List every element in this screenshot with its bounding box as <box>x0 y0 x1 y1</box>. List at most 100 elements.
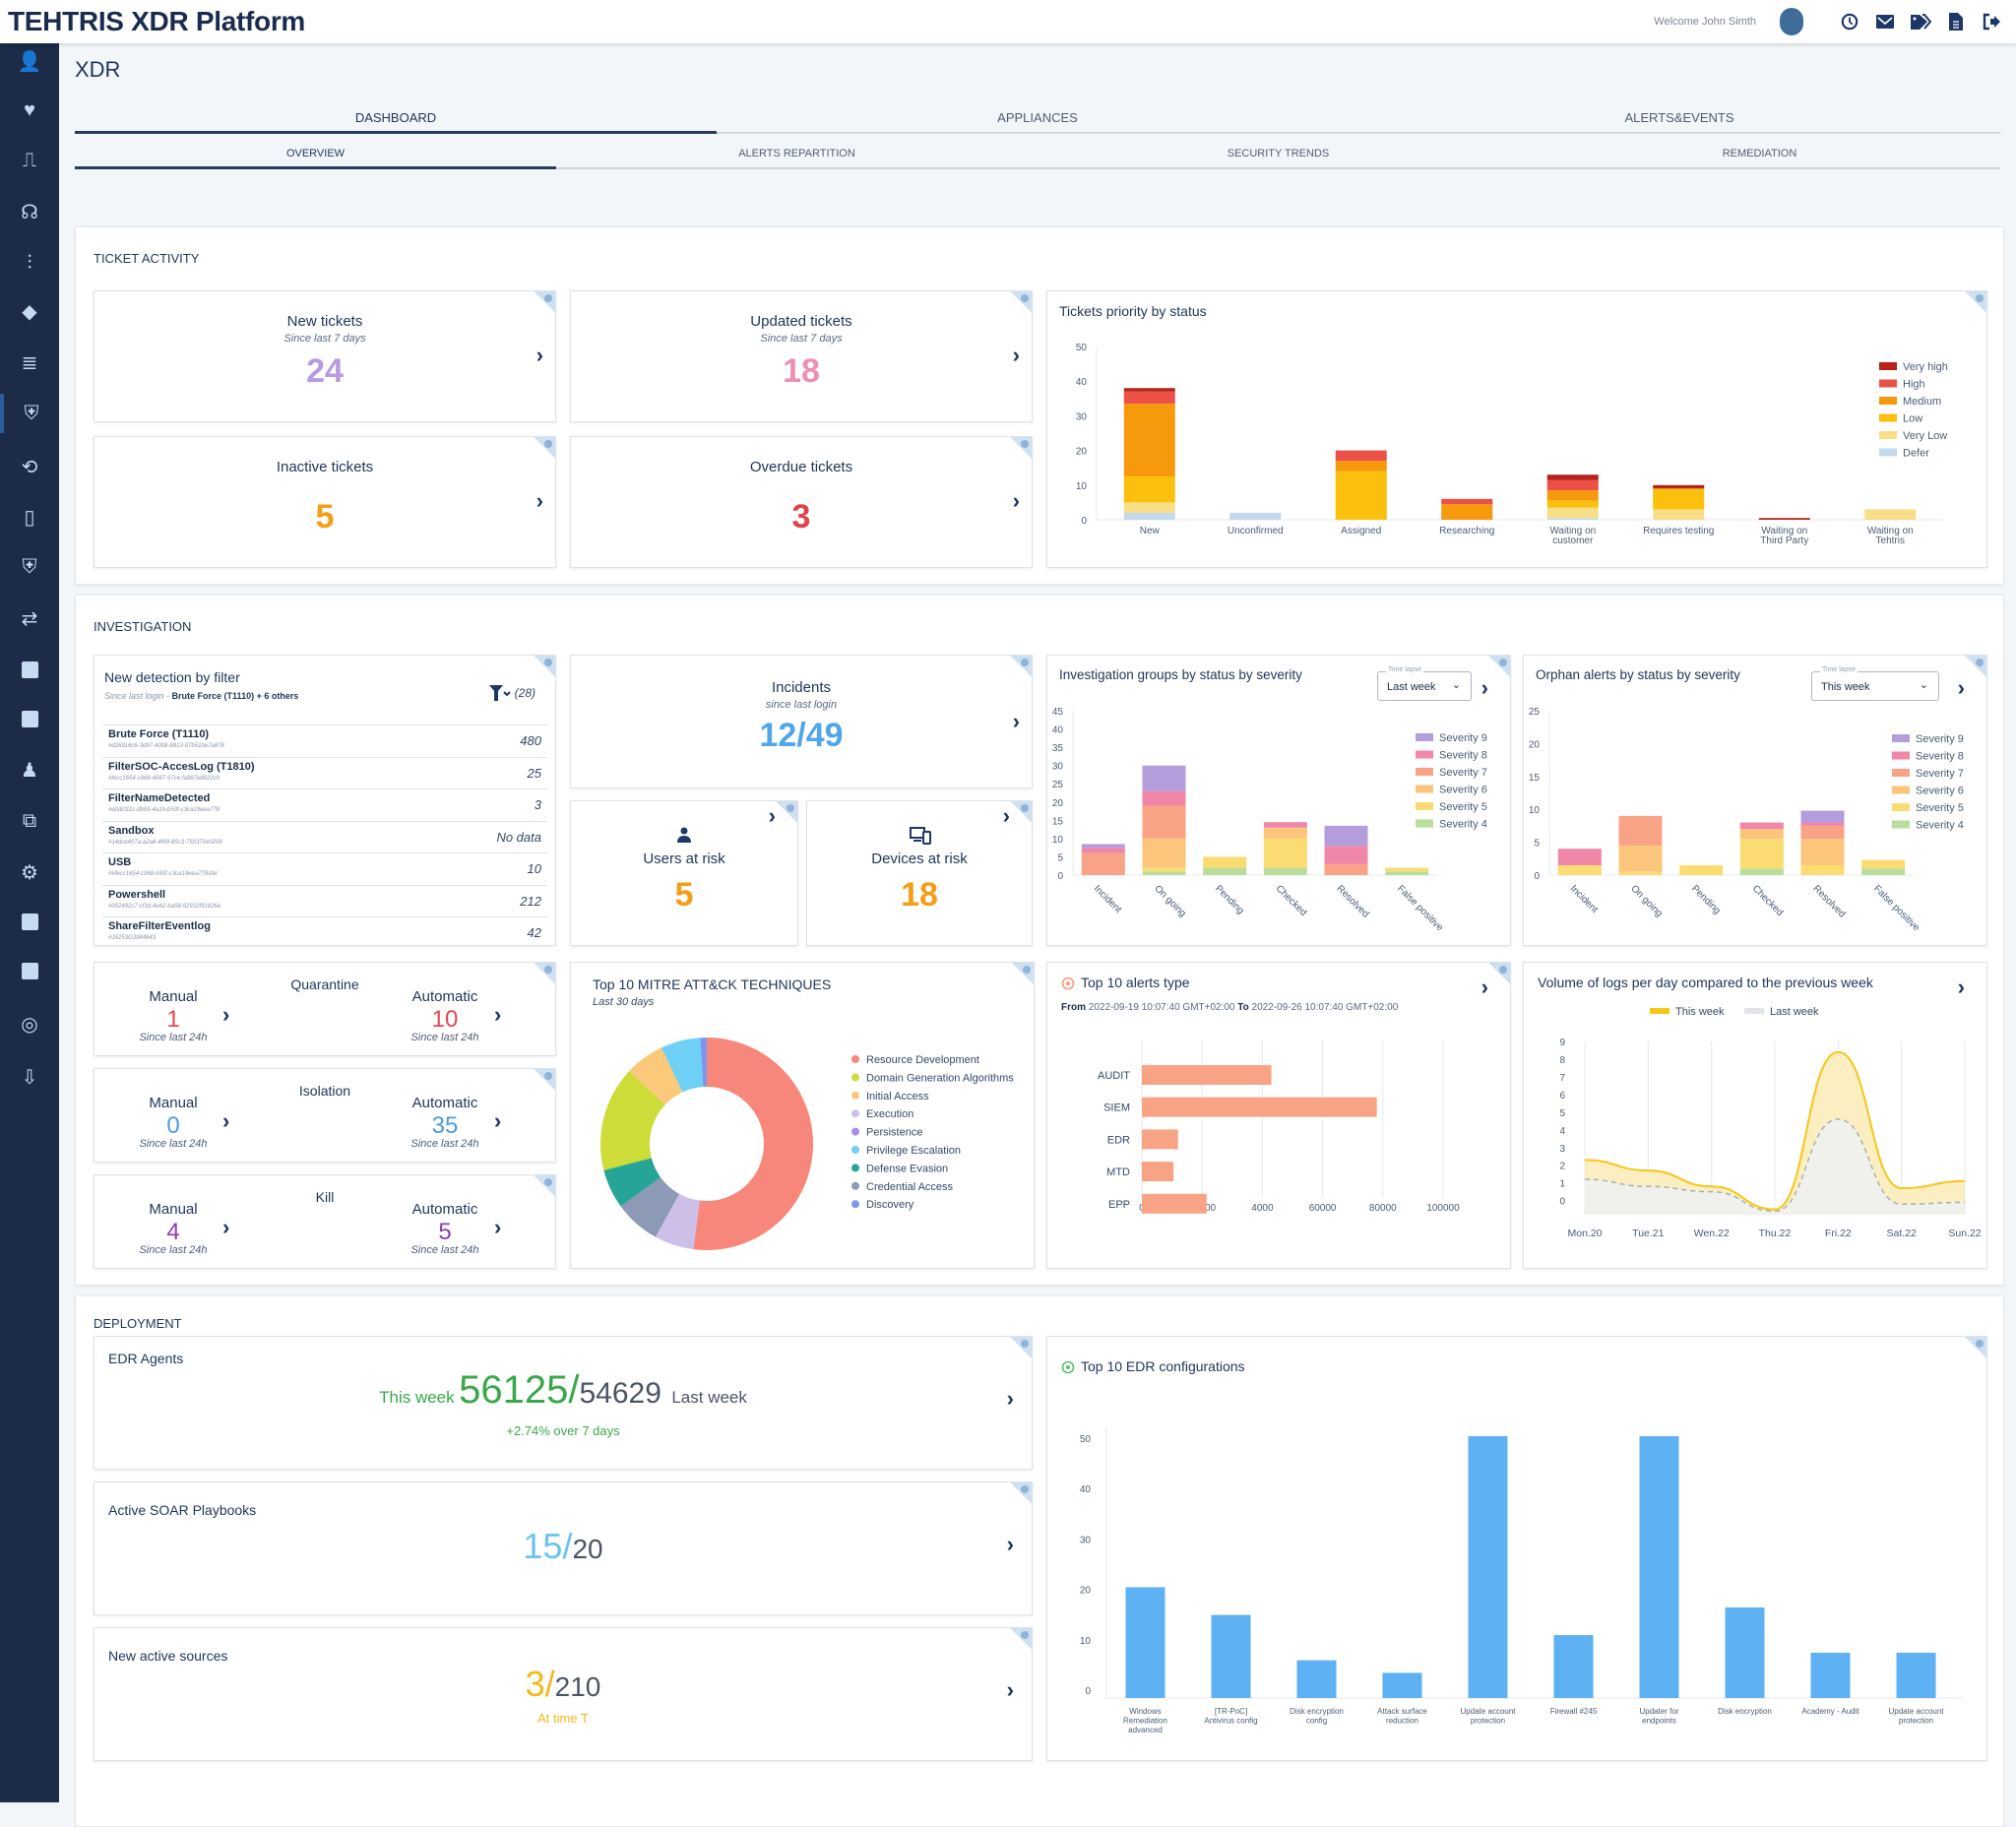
info-icon[interactable] <box>1010 801 1032 823</box>
sidebar-item-network[interactable]: ⧉ <box>0 801 59 841</box>
info-icon[interactable] <box>1010 1337 1032 1358</box>
sidebar-item-file-download[interactable]: ⇩ <box>0 1057 59 1097</box>
list-item[interactable]: USB ##fecc1654-c968-b50f-c3ca19eea778sfer… <box>102 852 547 884</box>
sidebar-item-network-transfer[interactable]: ⇄ <box>0 598 59 638</box>
sidebar-item-robot[interactable]: ⚙ <box>0 852 59 892</box>
legend-swatch <box>1892 734 1910 742</box>
sidebar-item-square[interactable] <box>0 699 59 738</box>
sidebar-item-headset[interactable]: ☊ <box>0 192 59 231</box>
mail-icon[interactable] <box>1874 11 1896 32</box>
logout-icon[interactable] <box>1981 11 2002 32</box>
info-icon[interactable] <box>1965 1337 1986 1358</box>
bar-segment <box>1546 490 1599 501</box>
incidents-card[interactable]: Incidents since last login 12/49 › <box>570 655 1033 788</box>
sidebar-item-shield[interactable]: ⛨ <box>0 394 59 433</box>
clock-icon[interactable] <box>1839 11 1860 32</box>
chevron-right-icon[interactable]: › <box>222 1004 229 1026</box>
tab-appliances[interactable]: APPLIANCES <box>717 98 1358 132</box>
chevron-right-icon[interactable]: › <box>1013 345 1020 366</box>
info-icon[interactable] <box>1488 963 1510 984</box>
sidebar-item-sliders[interactable]: ⫶ <box>0 243 59 283</box>
chevron-right-icon[interactable]: › <box>536 490 543 512</box>
info-icon[interactable] <box>1010 1628 1032 1650</box>
users-at-risk-card[interactable]: › Users at risk 5 <box>570 800 798 946</box>
chevron-right-icon[interactable]: › <box>1003 805 1010 827</box>
chevron-right-icon[interactable]: › <box>1958 677 1965 699</box>
info-icon[interactable] <box>1965 291 1986 313</box>
chevron-right-icon[interactable]: › <box>222 1110 229 1132</box>
info-icon[interactable] <box>1010 437 1032 459</box>
chevron-right-icon[interactable]: › <box>1007 1388 1014 1410</box>
active-sources-card[interactable]: New active sources 3/210 At time T › <box>94 1627 1033 1761</box>
chevron-right-icon[interactable]: › <box>494 1217 501 1238</box>
chevron-right-icon[interactable]: › <box>1013 490 1020 512</box>
sidebar-item-square[interactable] <box>0 650 59 689</box>
info-icon[interactable] <box>1010 1482 1032 1504</box>
chevron-right-icon[interactable]: › <box>494 1004 501 1026</box>
auto-value: 10 <box>431 1006 459 1033</box>
list-item[interactable]: FilterSOC-AccesLog (T1810) #fecc1654-c968… <box>102 756 547 788</box>
info-icon[interactable] <box>1488 656 1510 677</box>
chevron-right-icon[interactable]: › <box>1007 1679 1014 1701</box>
chevron-right-icon[interactable]: › <box>1958 976 1965 998</box>
chevron-right-icon[interactable]: › <box>769 805 776 827</box>
document-icon[interactable] <box>1945 11 1967 32</box>
sidebar-item-square[interactable] <box>0 902 59 941</box>
chevron-right-icon[interactable]: › <box>494 1110 501 1132</box>
info-icon[interactable] <box>1965 656 1986 677</box>
chevron-right-icon[interactable]: › <box>1013 711 1020 732</box>
subtab-remediation[interactable]: REMEDIATION <box>1519 134 2000 167</box>
time-lapse-select[interactable]: Time lapse This week ⌄ <box>1811 666 1939 701</box>
sidebar-item-pulse[interactable]: ⎍ <box>0 141 59 180</box>
y-tick-label: 20 <box>1529 739 1541 750</box>
list-item[interactable]: ShareFilterEventlog #16253G3984643 42 <box>102 916 547 948</box>
chevron-right-icon[interactable]: › <box>1481 976 1488 998</box>
sidebar-item-pawn[interactable]: ♟ <box>0 750 59 789</box>
sidebar-item-log-search[interactable]: ≣ <box>0 343 59 382</box>
info-icon[interactable] <box>1010 291 1032 313</box>
inactive-tickets-card[interactable]: Inactive tickets 5 › <box>94 436 556 568</box>
bar <box>1639 1436 1679 1698</box>
info-icon[interactable] <box>776 801 797 823</box>
tags-icon[interactable] <box>1910 11 1931 32</box>
list-item[interactable]: Powershell #052492c7-cf3d-4e62-ba58-92932… <box>102 884 547 916</box>
sidebar-item-user[interactable]: 👤 <box>0 41 59 81</box>
overdue-tickets-card[interactable]: Overdue tickets 3 › <box>570 436 1033 568</box>
info-icon[interactable] <box>1012 963 1034 984</box>
soar-playbooks-card[interactable]: Active SOAR Playbooks 15/20 › <box>94 1481 1033 1615</box>
time-lapse-select[interactable]: Time lapse Last week ⌄ <box>1377 666 1472 701</box>
info-icon[interactable] <box>534 437 555 459</box>
info-icon[interactable] <box>534 656 555 677</box>
info-icon[interactable] <box>534 291 555 313</box>
sidebar-item-lock-refresh[interactable]: ⟲ <box>0 447 59 486</box>
card-label: Updated tickets <box>750 313 852 330</box>
list-item[interactable]: FilterNameDetected #e0dcf11c-db59-4a1b-b5… <box>102 788 547 820</box>
devices-at-risk-card[interactable]: › Devices at risk 18 <box>806 800 1033 946</box>
sidebar-item-mobile[interactable]: ▯ <box>0 497 59 536</box>
list-item[interactable]: Brute Force (T1110) #d26916c6-3d97-4008-8… <box>102 724 547 756</box>
chevron-right-icon[interactable]: › <box>1007 1534 1014 1555</box>
sidebar-item-heartbeat[interactable]: ♥ <box>0 91 59 130</box>
sidebar-item-code[interactable]: ◆ <box>0 291 59 331</box>
subtab-overview[interactable]: OVERVIEW <box>75 134 556 169</box>
sidebar-item-fire-shield[interactable]: ⛨ <box>0 547 59 587</box>
filter-id: ##fecc1654-c968-b50f-c3ca19eea778sfer <box>108 871 219 877</box>
chevron-right-icon[interactable]: › <box>1481 677 1488 699</box>
info-icon[interactable] <box>1010 656 1032 677</box>
sidebar-item-square[interactable] <box>0 951 59 990</box>
edr-agents-card[interactable]: EDR Agents This week 56125/54629 Last we… <box>94 1336 1033 1470</box>
sidebar-item-fingerprint[interactable]: ◎ <box>0 1004 59 1043</box>
refresh-icon <box>1061 976 1075 990</box>
list-item[interactable]: Sandbox #14dce407a-a2a8-4f69-85c3-750370e… <box>102 820 547 852</box>
y-tick-label: 4 <box>1559 1126 1565 1137</box>
subtab-security-trends[interactable]: SECURITY TRENDS <box>1038 134 1519 167</box>
filter-dropdown[interactable]: (28) <box>488 685 536 701</box>
subtab-alerts-repartition[interactable]: ALERTS REPARTITION <box>556 134 1038 167</box>
chevron-right-icon[interactable]: › <box>536 345 543 366</box>
updated-tickets-card[interactable]: Updated tickets Since last 7 days 18 › <box>570 290 1033 422</box>
avatar[interactable] <box>1780 8 1803 35</box>
tab-dashboard[interactable]: DASHBOARD <box>75 98 717 134</box>
tab-alerts-events[interactable]: ALERTS&EVENTS <box>1358 98 2000 132</box>
chevron-right-icon[interactable]: › <box>222 1217 229 1238</box>
new-tickets-card[interactable]: New tickets Since last 7 days 24 › <box>94 290 556 422</box>
